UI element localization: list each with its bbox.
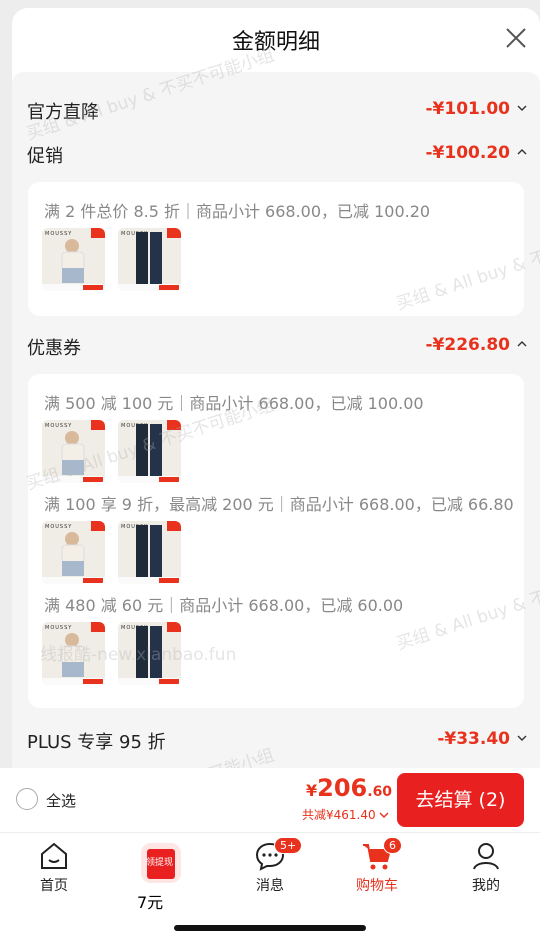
chevron-down-icon [517,735,527,741]
row-coupon[interactable]: 优惠券 -¥226.80 [12,328,540,364]
row-label: PLUS 专享 95 折 [27,732,166,753]
chevron-down-icon [379,812,389,818]
row-label: 官方直降 [27,102,99,123]
chevron-up-icon [517,341,527,347]
coupon-rule-text: 满 480 减 60 元｜商品小计 668.00，已减 60.00 [44,596,404,615]
chevron-up-icon [517,149,527,155]
total-discount[interactable]: 共减¥461.40 [302,806,389,823]
sheet-header: 金额明细 [12,8,540,72]
close-icon[interactable] [504,26,528,50]
tab-profile[interactable]: 我的 [446,841,526,901]
chevron-down-icon [517,105,527,111]
checkout-bar: 全选 ¥206.60 共减¥461.40 去结算 (2) [0,768,540,832]
cart-badge: 6 [383,837,402,854]
select-all-label[interactable]: 全选 [46,790,76,811]
tab-home[interactable]: 首页 [14,841,94,901]
product-thumbnail-top[interactable]: MOUSSY [42,228,105,291]
row-label: 优惠券 [27,338,81,359]
product-thumbnail-jeans[interactable]: MOUSSY [118,622,181,685]
row-label: 促销 [27,146,63,167]
row-amount: -¥33.40 [437,729,510,749]
product-thumbnail-top[interactable]: MOUSSY [42,622,105,685]
home-indicator [174,925,366,931]
product-thumbnail-jeans[interactable]: MOUSSY [118,420,181,483]
product-thumbnail-jeans[interactable]: MOUSSY [118,228,181,291]
detail-content: 官方直降 -¥101.00 促销 -¥100.20 满 2 件总价 8.5 折｜… [12,72,540,776]
message-badge: 5+ [274,837,303,854]
bottom-tab-bar: 首页 领提现 7元 消息 5+ 购物车 6 我的 [0,832,540,945]
coupon-rule-text: 满 100 享 9 折，最高减 200 元｜商品小计 668.00，已减 66.… [44,495,514,514]
promotion-rule-text: 满 2 件总价 8.5 折｜商品小计 668.00，已减 100.20 [44,202,431,221]
promotion-panel: 满 2 件总价 8.5 折｜商品小计 668.00，已减 100.20 MOUS… [28,182,524,316]
sheet-title: 金额明细 [231,30,320,55]
row-plus-discount[interactable]: PLUS 专享 95 折 -¥33.40 [12,722,540,758]
tab-messages[interactable]: 消息 5+ [230,837,310,901]
row-promotion[interactable]: 促销 -¥100.20 [12,136,540,172]
product-thumbnail-top[interactable]: MOUSSY [42,420,105,483]
product-thumbnail-jeans[interactable]: MOUSSY [118,521,181,584]
profile-icon [473,843,499,870]
row-amount: -¥226.80 [425,335,511,355]
row-amount: -¥101.00 [425,99,511,119]
product-thumbnail-top[interactable]: MOUSSY [42,521,105,584]
row-direct-discount[interactable]: 官方直降 -¥101.00 [12,92,540,128]
tab-cart[interactable]: 购物车 6 [337,837,417,901]
row-amount: -¥100.20 [425,143,511,163]
checkout-button[interactable]: 去结算 (2) [397,773,524,827]
total-price: ¥206.60 [306,774,393,802]
coupon-panel: 满 500 减 100 元｜商品小计 668.00，已减 100.00 MOUS… [28,374,524,708]
red-packet-badge: 7元 [137,893,164,912]
select-all-radio[interactable] [16,788,38,810]
home-icon [41,842,67,869]
red-packet-text: 领提现 [146,858,174,868]
coupon-rule-text: 满 500 减 100 元｜商品小计 668.00，已减 100.00 [44,394,424,413]
red-packet-icon[interactable]: 领提现 7元 [137,839,185,912]
